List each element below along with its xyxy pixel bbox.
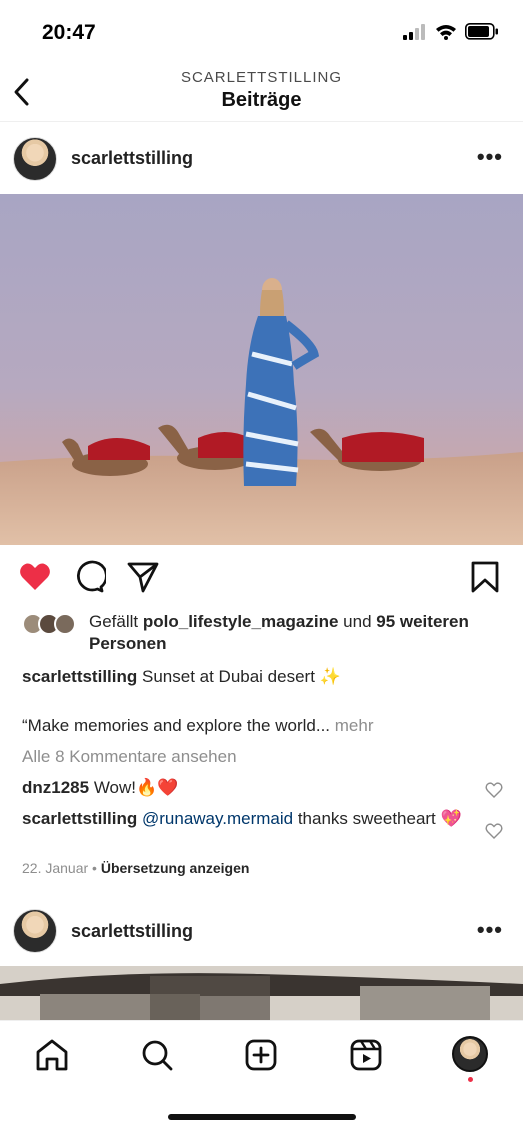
signal-icon — [403, 23, 425, 40]
post-date: 22. Januar — [22, 860, 89, 876]
post-author[interactable]: scarlettstilling — [71, 148, 193, 169]
avatar[interactable] — [13, 137, 57, 181]
comment-icon[interactable] — [72, 560, 106, 594]
search-icon[interactable] — [139, 1037, 175, 1073]
post-actions — [0, 560, 523, 596]
caption-more-link[interactable]: mehr — [330, 716, 374, 735]
liker-avatar — [54, 613, 76, 635]
status-icons — [403, 23, 499, 40]
date-separator: • — [88, 860, 101, 876]
liker-avatars — [22, 613, 82, 637]
page-title: Beiträge — [221, 89, 302, 111]
liked-by-user[interactable]: polo_lifestyle_magazine — [143, 612, 339, 631]
home-indicator — [168, 1114, 356, 1120]
comment-row: dnz1285 Wow!🔥❤️ — [22, 777, 462, 799]
post-image[interactable] — [0, 194, 523, 545]
comment-row: scarlettstilling @runaway.mermaid thanks… — [22, 808, 462, 830]
view-all-comments-link[interactable]: Alle 8 Kommentare ansehen — [22, 747, 237, 767]
likes-text: Gefällt polo_lifestyle_magazine und 95 w… — [22, 611, 502, 655]
post-image[interactable] — [0, 966, 523, 1020]
avatar[interactable] — [13, 909, 57, 953]
page-header: SCARLETTSTILLING Beiträge — [0, 64, 523, 122]
likes-middle: und — [338, 612, 377, 631]
caption-more-text: “Make memories and explore the world... — [22, 716, 331, 735]
bookmark-icon[interactable] — [468, 560, 502, 594]
likes-prefix: Gefällt — [89, 612, 143, 631]
post-header: scarlettstilling ••• — [0, 896, 523, 966]
wifi-icon — [436, 24, 456, 40]
more-options-icon[interactable]: ••• — [477, 144, 503, 170]
new-post-icon[interactable] — [243, 1037, 279, 1073]
like-heart-icon[interactable] — [18, 560, 52, 594]
caption-continued: “Make memories and explore the world... … — [22, 715, 502, 737]
battery-icon — [465, 23, 498, 40]
more-options-icon[interactable]: ••• — [477, 917, 503, 943]
translate-link[interactable]: Übersetzung anzeigen — [101, 860, 250, 876]
comment-text: thanks sweetheart 💖 — [293, 809, 462, 828]
caption-text: Sunset at Dubai desert ✨ — [137, 667, 341, 686]
home-icon[interactable] — [34, 1037, 70, 1073]
post-author[interactable]: scarlettstilling — [71, 921, 193, 942]
comment-like-heart-icon[interactable] — [485, 822, 503, 840]
status-time: 20:47 — [42, 21, 96, 44]
caption: scarlettstilling Sunset at Dubai desert … — [22, 666, 502, 688]
header-username: SCARLETTSTILLING — [180, 69, 343, 86]
share-icon[interactable] — [126, 560, 160, 594]
comment-like-heart-icon[interactable] — [485, 781, 503, 799]
notification-dot — [468, 1077, 473, 1082]
comment-author[interactable]: dnz1285 — [22, 778, 89, 797]
caption-author[interactable]: scarlettstilling — [22, 667, 137, 686]
profile-tab-avatar[interactable] — [452, 1036, 488, 1072]
reels-icon[interactable] — [348, 1037, 384, 1073]
post-date-row: 22. Januar • Übersetzung anzeigen — [22, 860, 249, 876]
status-bar: 20:47 — [0, 0, 523, 64]
comment-text: Wow!🔥❤️ — [89, 778, 179, 797]
comment-author[interactable]: scarlettstilling — [22, 809, 137, 828]
comment-mention[interactable]: @runaway.mermaid — [137, 809, 293, 828]
post-header: scarlettstilling ••• — [0, 124, 523, 194]
likes-summary[interactable]: Gefällt polo_lifestyle_magazine und 95 w… — [22, 611, 502, 655]
